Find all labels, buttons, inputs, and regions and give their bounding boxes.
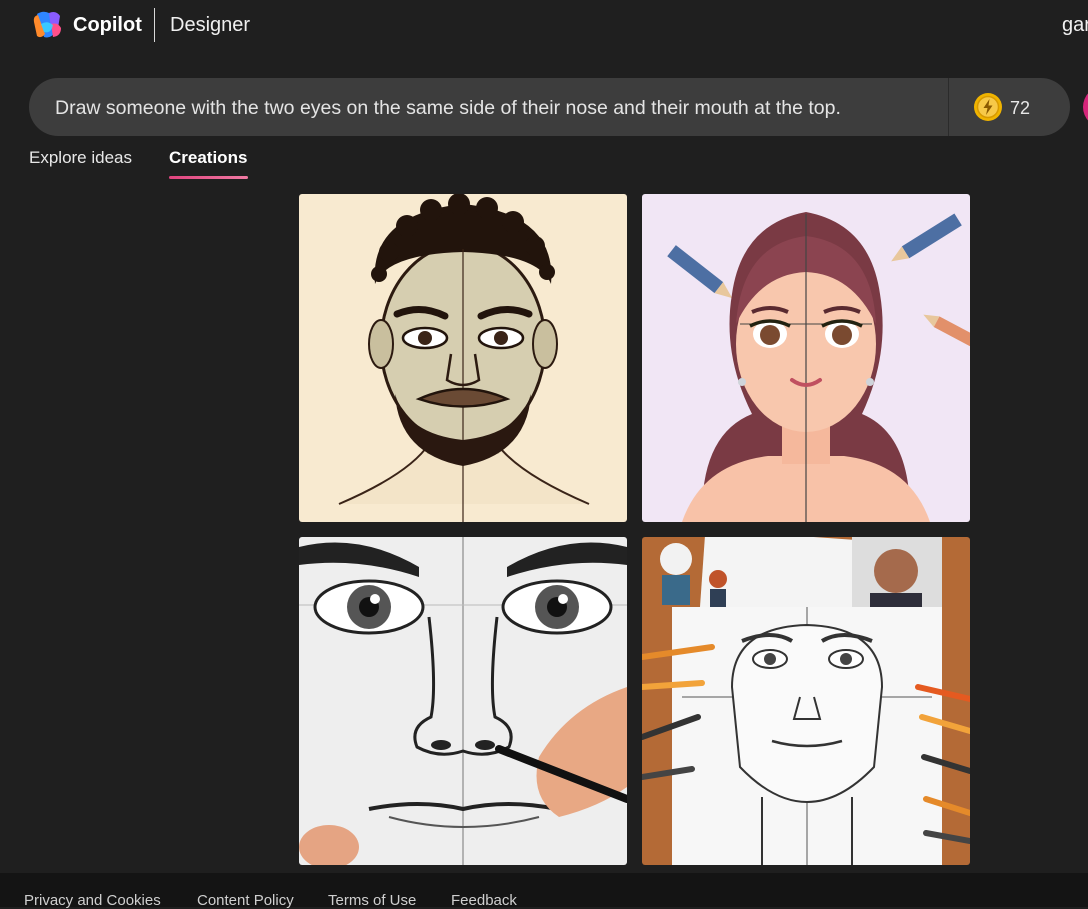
footer-link-terms[interactable]: Terms of Use <box>328 892 416 909</box>
copilot-logo-icon[interactable] <box>31 10 63 40</box>
footer-link-privacy[interactable]: Privacy and Cookies <box>24 892 161 909</box>
brand-name[interactable]: Copilot <box>73 14 142 37</box>
creation-image-1[interactable] <box>299 194 627 522</box>
avatar[interactable] <box>1083 86 1088 128</box>
tab-bar: Explore ideas Creations <box>0 140 400 184</box>
prompt-bar[interactable]: Draw someone with the two eyes on the sa… <box>29 78 1070 136</box>
user-name[interactable]: gar <box>1062 14 1088 37</box>
creation-image-4[interactable] <box>642 537 970 865</box>
boost-count: 72 <box>1010 98 1031 118</box>
prompt-input[interactable]: Draw someone with the two eyes on the sa… <box>55 97 841 120</box>
product-name[interactable]: Designer <box>170 14 250 37</box>
boost-coin-icon[interactable] <box>973 92 1003 122</box>
footer-link-content-policy[interactable]: Content Policy <box>197 892 294 909</box>
top-header: Copilot Designer gar <box>0 0 1088 52</box>
tab-explore-ideas[interactable]: Explore ideas <box>29 148 132 168</box>
header-divider <box>154 8 155 42</box>
prompt-divider <box>948 78 949 136</box>
footer: Privacy and Cookies Content Policy Terms… <box>0 873 1088 909</box>
tab-creations[interactable]: Creations <box>169 148 247 168</box>
footer-link-feedback[interactable]: Feedback <box>451 892 517 909</box>
active-tab-indicator <box>169 176 248 179</box>
creation-image-2[interactable] <box>642 194 970 522</box>
creation-image-3[interactable] <box>299 537 627 865</box>
